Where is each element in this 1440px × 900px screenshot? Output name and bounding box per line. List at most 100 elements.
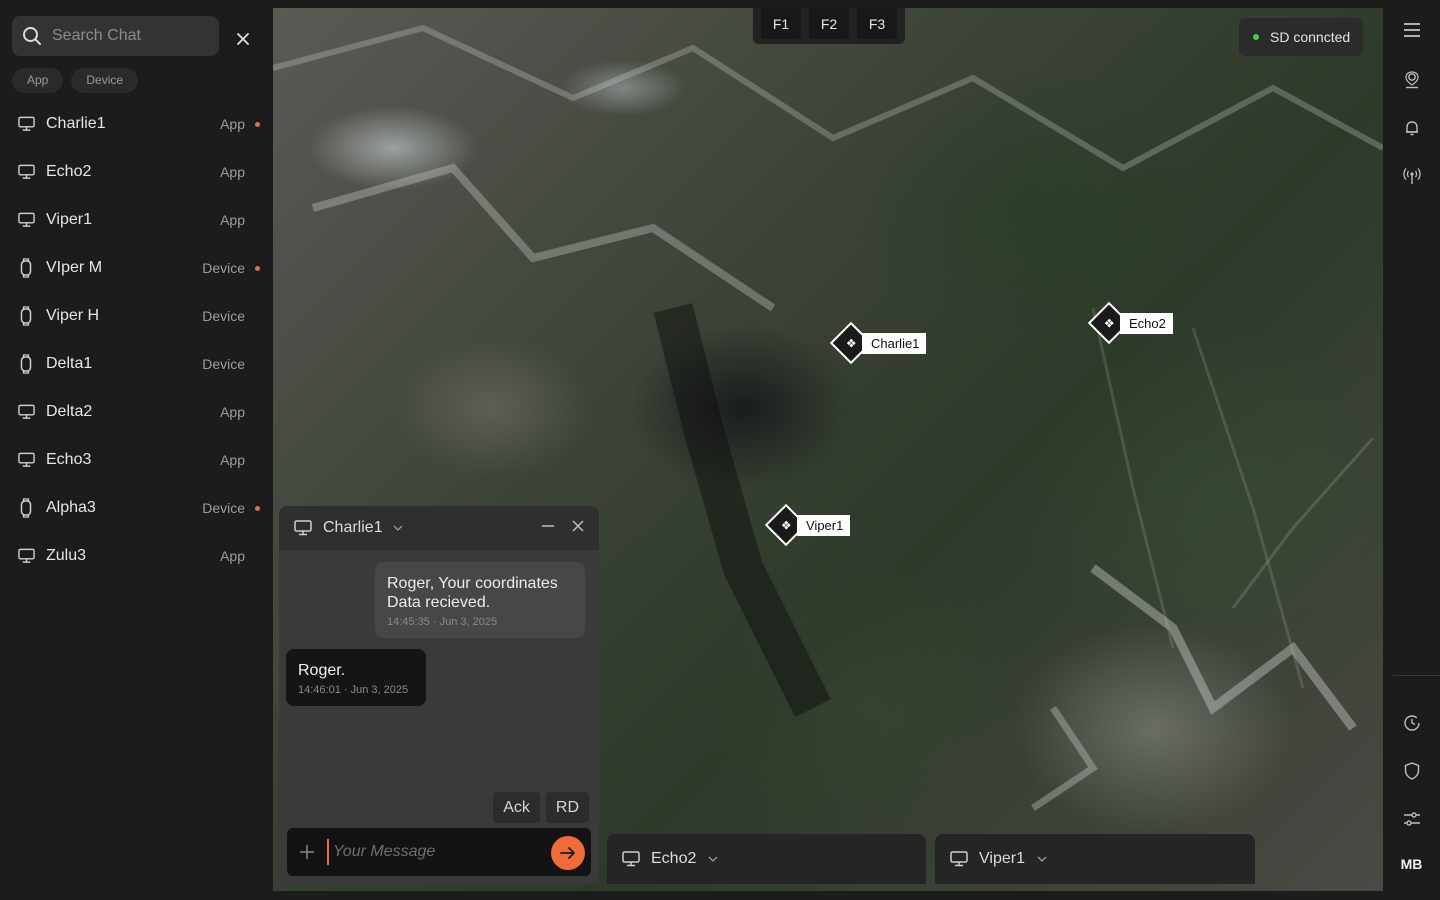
message-timestamp: 14:46:01 · Jun 3, 2025 [298,684,409,696]
chat-type-label: App [220,548,245,564]
quick-replies: Ack RD [493,792,589,823]
filter-chip-app[interactable]: App [12,68,64,93]
monitor-icon [17,211,35,229]
attach-plus-icon[interactable] [299,844,315,860]
chevron-down-icon[interactable] [708,856,718,862]
text-caret [327,839,329,865]
chat-list-item[interactable]: VIper M Device [0,244,273,292]
chat-type-label: Device [202,356,245,372]
chat-type-label: Device [202,308,245,324]
chat-list-item[interactable]: Delta2 App [0,388,273,436]
smartwatch-icon [17,354,35,374]
chevron-down-icon[interactable] [393,525,403,531]
function-keys: F1 F2 F3 [753,8,905,44]
chat-list-item[interactable]: Zulu3 App [0,532,273,580]
menu-icon[interactable] [1400,18,1424,42]
send-button[interactable] [551,836,585,870]
monitor-icon [950,851,968,867]
monitor-icon [622,851,640,867]
arrow-right-icon [560,847,575,859]
history-clock-icon[interactable] [1400,711,1424,735]
smartwatch-icon [17,498,35,518]
minimized-chat-viper1[interactable]: Viper1 [935,834,1255,884]
search-icon [23,27,41,45]
minimized-chat-title: Echo2 [651,850,697,867]
marker-label: Charlie1 [862,332,927,354]
message-outgoing: Roger, Your coordinates Data recieved. 1… [375,562,585,638]
monitor-icon [17,115,35,133]
settings-sliders-icon[interactable] [1400,807,1424,831]
chat-window: Charlie1 Roger, Your coordinates Data re… [279,506,599,884]
connection-status-badge: SD conncted [1239,18,1364,56]
marker-label: Viper1 [797,514,851,536]
map-marker-echo2[interactable]: ❖ Echo2 [1087,301,1173,345]
chat-list-item[interactable]: Delta1 Device [0,340,273,388]
chat-name: Echo2 [46,163,92,180]
chat-list-item[interactable]: Echo2 App [0,148,273,196]
bell-icon[interactable] [1400,116,1424,140]
chat-list: Charlie1 App Echo2 App Viper1 App VIper M Devic… [0,100,273,580]
chat-type-label: App [220,452,245,468]
quick-reply-rd-button[interactable]: RD [545,792,589,823]
user-avatar-initials[interactable]: MB [1383,856,1440,872]
broadcast-antenna-icon[interactable] [1400,164,1424,188]
chat-list-item[interactable]: Viper1 App [0,196,273,244]
chat-list-item[interactable]: Viper H Device [0,292,273,340]
chat-window-header[interactable]: Charlie1 [279,506,599,550]
filter-chip-device[interactable]: Device [71,68,139,93]
chat-type-label: App [220,116,245,132]
chat-name: Charlie1 [46,115,106,132]
chat-type-label: App [220,164,245,180]
monitor-icon [17,163,35,181]
message-text: Roger, Your coordinates Data recieved. [387,575,558,611]
smartwatch-icon [17,306,35,326]
shield-icon[interactable] [1400,759,1424,783]
user-location-icon[interactable] [1400,68,1424,92]
monitor-icon [17,547,35,565]
message-text: Roger. [298,662,346,679]
chat-type-label: App [220,212,245,228]
right-toolbar: MB [1383,0,1440,900]
minimize-icon[interactable] [541,518,555,532]
chat-window-title: Charlie1 [323,519,383,536]
chat-type-label: Device [202,500,245,516]
message-timestamp: 14:45:35 · Jun 3, 2025 [387,616,498,628]
search-box[interactable] [12,16,219,56]
close-search-icon[interactable] [232,28,254,50]
message-input[interactable] [333,843,533,861]
minimized-chat-title: Viper1 [979,850,1025,867]
chat-name: VIper M [46,259,103,276]
chat-name: Delta1 [46,355,93,372]
chat-sidebar: App Device Charlie1AppEcho2AppViper1AppV… [0,0,273,900]
chat-name: Viper H [46,307,100,324]
close-icon[interactable] [572,520,584,532]
f2-button[interactable]: F2 [809,8,849,39]
chat-list-item[interactable]: Alpha3 Device [0,484,273,532]
message-composer [287,828,591,876]
chevron-down-icon[interactable] [1037,856,1047,862]
search-input[interactable] [52,27,202,45]
chat-name: Echo3 [46,451,92,468]
chat-type-label: App [220,404,245,420]
chat-list-item[interactable]: Echo3 App [0,436,273,484]
f1-button[interactable]: F1 [761,8,801,39]
map-marker-charlie1[interactable]: ❖ Charlie1 [829,321,927,365]
chat-type-label: Device [202,260,245,276]
unread-dot [255,265,260,271]
marker-label: Echo2 [1120,312,1173,334]
filter-chips: App Device [12,68,139,93]
unread-dot [255,121,260,127]
chat-list-item[interactable]: Charlie1 App [0,100,273,148]
status-dot [1253,34,1259,40]
status-label: SD conncted [1270,29,1351,45]
map-marker-viper1[interactable]: ❖ Viper1 [764,503,851,547]
unread-dot [255,505,260,511]
message-incoming: Roger. 14:46:01 · Jun 3, 2025 [286,649,426,706]
chat-name: Alpha3 [46,499,96,516]
monitor-icon [17,451,35,469]
chat-name: Delta2 [46,403,93,420]
minimized-chat-echo2[interactable]: Echo2 [607,834,926,884]
quick-reply-ack-button[interactable]: Ack [493,792,540,823]
rail-divider [1393,675,1440,676]
f3-button[interactable]: F3 [857,8,897,39]
